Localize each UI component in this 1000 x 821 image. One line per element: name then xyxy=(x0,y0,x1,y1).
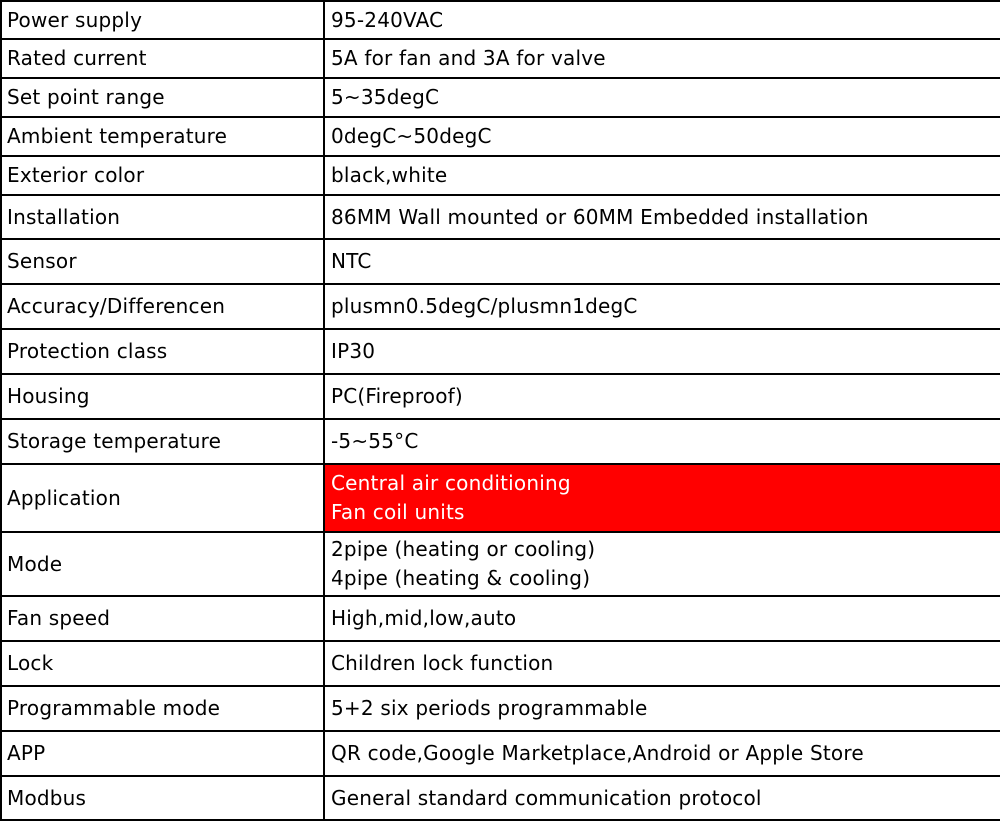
table-row: Fan speed High,mid,low,auto xyxy=(0,595,1000,642)
spec-label: Storage temperature xyxy=(0,418,325,465)
spec-label: Protection class xyxy=(0,328,325,375)
table-row: Power supply 95-240VAC xyxy=(0,0,1000,40)
spec-label: Fan speed xyxy=(0,595,325,642)
table-row: Sensor NTC xyxy=(0,238,1000,285)
spec-value: NTC xyxy=(323,238,1000,285)
spec-label: Set point range xyxy=(0,77,325,118)
spec-value: 86MM Wall mounted or 60MM Embedded insta… xyxy=(323,194,1000,240)
spec-label: Power supply xyxy=(0,0,325,40)
spec-label: Exterior color xyxy=(0,155,325,196)
spec-value-line: Central air conditioning xyxy=(331,471,571,495)
spec-value-highlighted: Central air conditioning Fan coil units xyxy=(323,463,1000,533)
spec-value: Children lock function xyxy=(323,640,1000,687)
table-row: Mode 2pipe (heating or cooling) 4pipe (h… xyxy=(0,531,1000,597)
table-row: Application Central air conditioning Fan… xyxy=(0,463,1000,533)
spec-value: -5~55°C xyxy=(323,418,1000,465)
spec-value: General standard communication protocol xyxy=(323,775,1000,821)
table-row: Exterior color black,white xyxy=(0,155,1000,196)
spec-label: Installation xyxy=(0,194,325,240)
spec-label: APP xyxy=(0,730,325,777)
table-row: Accuracy/Differencen plusmn0.5degC/plusm… xyxy=(0,283,1000,330)
spec-label: Rated current xyxy=(0,38,325,79)
spec-label: Accuracy/Differencen xyxy=(0,283,325,330)
table-row: Set point range 5~35degC xyxy=(0,77,1000,118)
spec-value: 5~35degC xyxy=(323,77,1000,118)
spec-value: High,mid,low,auto xyxy=(323,595,1000,642)
spec-value-line: 2pipe (heating or cooling) xyxy=(331,537,596,561)
spec-label: Modbus xyxy=(0,775,325,821)
table-row: Protection class IP30 xyxy=(0,328,1000,375)
table-row: Housing PC(Fireproof) xyxy=(0,373,1000,420)
spec-value-line: Fan coil units xyxy=(331,500,465,524)
table-row: Modbus General standard communication pr… xyxy=(0,775,1000,821)
spec-label: Lock xyxy=(0,640,325,687)
table-row: Rated current 5A for fan and 3A for valv… xyxy=(0,38,1000,79)
spec-label: Housing xyxy=(0,373,325,420)
spec-value: 5+2 six periods programmable xyxy=(323,685,1000,732)
spec-label: Programmable mode xyxy=(0,685,325,732)
spec-label: Sensor xyxy=(0,238,325,285)
spec-table: Power supply 95-240VAC Rated current 5A … xyxy=(0,0,1000,821)
spec-value: 0degC~50degC xyxy=(323,116,1000,157)
spec-label: Application xyxy=(0,463,325,533)
spec-value: 2pipe (heating or cooling) 4pipe (heatin… xyxy=(323,531,1000,597)
spec-value: plusmn0.5degC/plusmn1degC xyxy=(323,283,1000,330)
spec-value: black,white xyxy=(323,155,1000,196)
table-row: Programmable mode 5+2 six periods progra… xyxy=(0,685,1000,732)
spec-value: 5A for fan and 3A for valve xyxy=(323,38,1000,79)
spec-label: Mode xyxy=(0,531,325,597)
table-row: Lock Children lock function xyxy=(0,640,1000,687)
table-row: Ambient temperature 0degC~50degC xyxy=(0,116,1000,157)
spec-value: PC(Fireproof) xyxy=(323,373,1000,420)
spec-value: IP30 xyxy=(323,328,1000,375)
spec-value: 95-240VAC xyxy=(323,0,1000,40)
table-row: APP QR code,Google Marketplace,Android o… xyxy=(0,730,1000,777)
table-row: Storage temperature -5~55°C xyxy=(0,418,1000,465)
table-row: Installation 86MM Wall mounted or 60MM E… xyxy=(0,194,1000,240)
spec-label: Ambient temperature xyxy=(0,116,325,157)
spec-value-line: 4pipe (heating & cooling) xyxy=(331,566,591,590)
spec-value: QR code,Google Marketplace,Android or Ap… xyxy=(323,730,1000,777)
